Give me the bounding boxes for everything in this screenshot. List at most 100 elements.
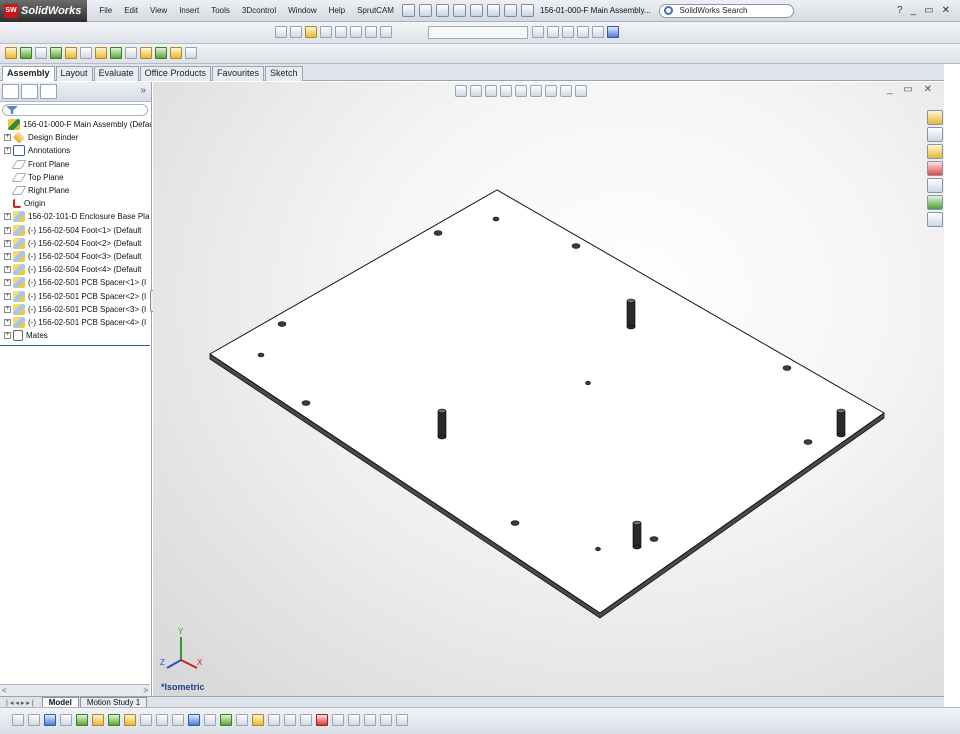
expand-icon[interactable]: + xyxy=(4,266,11,274)
appearances-icon[interactable] xyxy=(927,195,943,210)
viewport-close-button[interactable]: ✕ xyxy=(924,84,936,95)
filter-tool-icon[interactable] xyxy=(204,714,216,726)
tab-office-products[interactable]: Office Products xyxy=(139,66,211,81)
tree-root-assembly[interactable]: 156-01-000-F Main Assembly (Default xyxy=(0,118,151,131)
expand-icon[interactable]: + xyxy=(4,134,11,142)
tool-icon[interactable] xyxy=(290,26,302,38)
restore-button[interactable]: ▭ xyxy=(924,5,933,16)
view-palette-icon[interactable] xyxy=(927,178,943,193)
graphics-area[interactable]: Y X Z _ ▭ ✕ *Isometric xyxy=(153,82,944,696)
filter-tool-icon[interactable] xyxy=(268,714,280,726)
new-document-icon[interactable] xyxy=(418,4,432,17)
tool-icon[interactable] xyxy=(110,47,122,59)
tab-layout[interactable]: Layout xyxy=(55,66,93,81)
tree-rollback-bar[interactable] xyxy=(0,345,150,346)
filter-tool-icon[interactable] xyxy=(220,714,232,726)
tool-icon[interactable] xyxy=(5,47,17,59)
tree-item[interactable]: + Annotations xyxy=(0,144,151,157)
tool-icon[interactable] xyxy=(335,26,347,38)
tab-evaluate[interactable]: Evaluate xyxy=(93,66,139,81)
help-button[interactable]: ? xyxy=(897,5,903,16)
tool-icon[interactable] xyxy=(65,47,77,59)
tool-icon[interactable] xyxy=(155,47,167,59)
tool-icon[interactable] xyxy=(320,26,332,38)
tree-item[interactable]: + (-) 156-02-504 Foot<2> (Default xyxy=(0,237,151,250)
expand-icon[interactable]: + xyxy=(4,318,11,326)
solidworks-search-input[interactable]: SolidWorks Search xyxy=(658,3,794,18)
filter-tool-icon[interactable] xyxy=(44,714,56,726)
tool-icon[interactable] xyxy=(577,26,589,38)
property-manager-tab-icon[interactable] xyxy=(21,84,38,99)
tool-icon[interactable] xyxy=(365,26,377,38)
menu-tools[interactable]: Tools xyxy=(205,6,236,15)
expand-icon[interactable]: + xyxy=(4,213,11,221)
display-style-icon[interactable] xyxy=(530,85,542,97)
expand-icon[interactable]: + xyxy=(4,292,11,300)
filter-tool-icon[interactable] xyxy=(316,714,328,726)
tree-item[interactable]: + (-) 156-02-501 PCB Spacer<1> (I xyxy=(0,276,151,289)
tree-item[interactable]: + (-) 156-02-504 Foot<3> (Default xyxy=(0,250,151,263)
expand-icon[interactable]: + xyxy=(4,226,11,234)
model-scene[interactable]: Y X Z xyxy=(153,82,944,696)
tree-filter-input[interactable] xyxy=(2,104,148,116)
expand-icon[interactable]: + xyxy=(4,332,11,340)
tree-item[interactable]: Right Plane xyxy=(0,184,151,197)
scroll-right-icon[interactable]: > xyxy=(143,686,148,695)
zoom-to-fit-icon[interactable] xyxy=(455,85,467,97)
close-button[interactable]: ✕ xyxy=(942,5,950,16)
tool-icon[interactable] xyxy=(305,26,317,38)
menu-3dcontrol[interactable]: 3Dcontrol xyxy=(236,6,282,15)
filter-tool-icon[interactable] xyxy=(156,714,168,726)
view-settings-icon[interactable] xyxy=(575,85,587,97)
tool-icon[interactable] xyxy=(80,47,92,59)
filter-tool-icon[interactable] xyxy=(348,714,360,726)
tree-item[interactable]: Top Plane xyxy=(0,171,151,184)
tool-icon[interactable] xyxy=(547,26,559,38)
tree-item[interactable]: + Mates xyxy=(0,329,151,342)
filter-tool-icon[interactable] xyxy=(332,714,344,726)
panel-horizontal-scrollbar[interactable]: < > xyxy=(0,684,150,696)
tool-icon[interactable] xyxy=(95,47,107,59)
filter-tool-icon[interactable] xyxy=(364,714,376,726)
menu-view[interactable]: View xyxy=(144,6,173,15)
pin-icon[interactable] xyxy=(401,4,415,17)
tab-motion-study-1[interactable]: Motion Study 1 xyxy=(79,697,148,707)
filter-tool-icon[interactable] xyxy=(28,714,40,726)
tool-icon[interactable] xyxy=(125,47,137,59)
viewport-restore-button[interactable]: ▭ xyxy=(903,84,916,95)
expand-icon[interactable]: + xyxy=(4,305,11,313)
previous-view-icon[interactable] xyxy=(485,85,497,97)
expand-icon[interactable]: + xyxy=(4,252,11,260)
hide-show-items-icon[interactable] xyxy=(545,85,557,97)
tree-item[interactable]: +156-02-101-D Enclosure Base Pla xyxy=(0,210,151,223)
filter-tool-icon[interactable] xyxy=(300,714,312,726)
filter-tool-icon[interactable] xyxy=(124,714,136,726)
tree-item[interactable]: Origin xyxy=(0,197,151,210)
tool-icon[interactable] xyxy=(185,47,197,59)
tree-item[interactable]: + (-) 156-02-501 PCB Spacer<4> (I xyxy=(0,316,151,329)
open-folder-icon[interactable] xyxy=(435,4,449,17)
tree-item[interactable]: + (-) 156-02-501 PCB Spacer<3> (I xyxy=(0,303,151,316)
view-orientation-icon[interactable] xyxy=(515,85,527,97)
scroll-left-icon[interactable]: < xyxy=(2,686,7,695)
tool-icon[interactable] xyxy=(562,26,574,38)
filter-tool-icon[interactable] xyxy=(236,714,248,726)
menu-window[interactable]: Window xyxy=(282,6,322,15)
tree-item[interactable]: + (-) 156-02-501 PCB Spacer<2> (I xyxy=(0,289,151,302)
configuration-manager-tab-icon[interactable] xyxy=(40,84,57,99)
menu-file[interactable]: File xyxy=(93,6,118,15)
solidworks-resources-icon[interactable] xyxy=(927,110,943,125)
tool-icon[interactable] xyxy=(170,47,182,59)
filter-tool-icon[interactable] xyxy=(252,714,264,726)
tab-model[interactable]: Model xyxy=(41,697,79,707)
tool-icon[interactable] xyxy=(50,47,62,59)
search-results-icon[interactable] xyxy=(927,161,943,176)
menu-help[interactable]: Help xyxy=(323,6,351,15)
expand-icon[interactable]: + xyxy=(4,279,11,287)
expand-icon[interactable]: + xyxy=(4,147,11,155)
minimize-button[interactable]: _ xyxy=(911,5,917,16)
tab-favourites[interactable]: Favourites xyxy=(211,66,264,81)
filter-tool-icon[interactable] xyxy=(60,714,72,726)
options-icon[interactable] xyxy=(520,4,534,17)
tab-assembly[interactable]: Assembly xyxy=(2,66,55,81)
